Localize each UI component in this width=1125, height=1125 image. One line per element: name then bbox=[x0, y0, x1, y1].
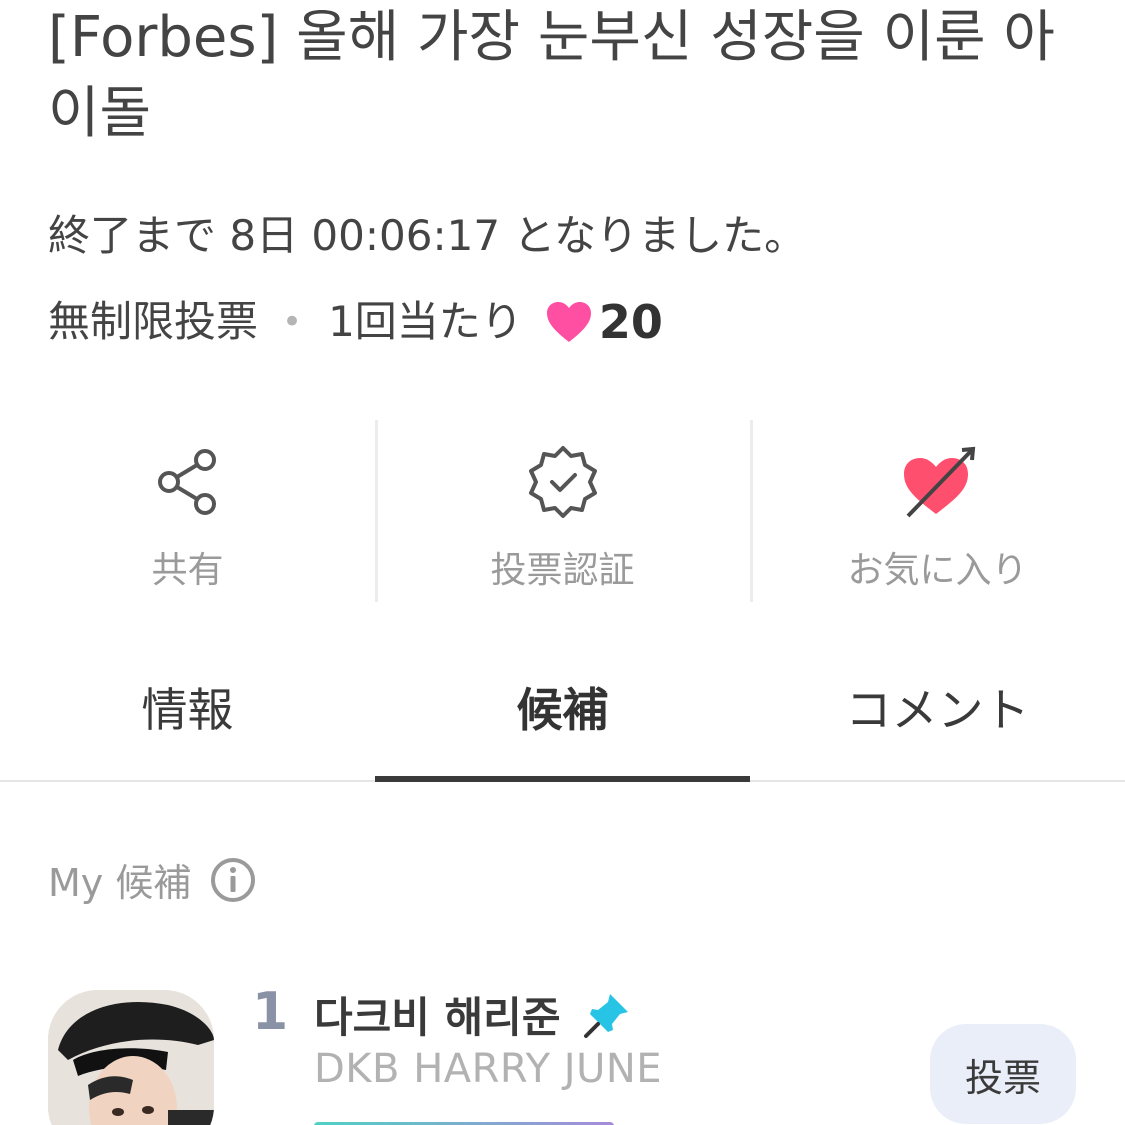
verified-badge-icon bbox=[528, 446, 597, 518]
separator-dot: • bbox=[282, 302, 303, 342]
favorite-button[interactable]: お気に入り bbox=[750, 420, 1125, 602]
candidate-row[interactable]: 1 다크비 해리준 DKB HARRY JUNE 投票 bbox=[48, 982, 1078, 1125]
share-icon bbox=[157, 449, 216, 515]
per-vote-label: 1回当たり bbox=[328, 297, 523, 346]
avatar-image bbox=[48, 990, 214, 1125]
my-candidate-label: My 候補 bbox=[48, 861, 192, 905]
favorite-label: お気に入り bbox=[847, 550, 1028, 591]
countdown-text: 終了まで 8日 00:06:17 となりました。 bbox=[48, 211, 807, 260]
tab-comments[interactable]: コメント bbox=[750, 660, 1125, 780]
my-candidate-header: My 候補 bbox=[48, 852, 257, 907]
candidate-rank: 1 bbox=[252, 982, 289, 1042]
pin-icon bbox=[584, 993, 629, 1038]
tab-info[interactable]: 情報 bbox=[0, 660, 375, 780]
tab-candidates[interactable]: 候補 bbox=[375, 660, 750, 782]
candidate-avatar bbox=[48, 990, 214, 1125]
share-label: 共有 bbox=[151, 550, 224, 591]
candidate-name-en: DKB HARRY JUNE bbox=[314, 1046, 663, 1092]
vote-rule: 無制限投票 • 1回当たり 20 bbox=[48, 292, 663, 352]
vote-page: [Forbes] 올해 가장 눈부신 성장을 이룬 아이돌 終了まで 8日 00… bbox=[0, 0, 1125, 1125]
candidate-name-kr-text: 다크비 해리준 bbox=[314, 993, 561, 1042]
page-title: [Forbes] 올해 가장 눈부신 성장을 이룬 아이돌 bbox=[48, 5, 1055, 146]
info-icon[interactable] bbox=[209, 856, 257, 904]
action-bar: 共有 投票認証 お気に入り bbox=[0, 420, 1125, 602]
vote-type-label: 無制限投票 bbox=[48, 297, 259, 346]
vote-certification-label: 投票認証 bbox=[490, 550, 635, 591]
tab-bar: 情報 候補 コメント bbox=[0, 660, 1125, 782]
vote-button[interactable]: 投票 bbox=[930, 1024, 1076, 1124]
vote-certification-button[interactable]: 投票認証 bbox=[375, 420, 750, 602]
candidate-name-kr: 다크비 해리준 bbox=[314, 984, 632, 1045]
heart-arrow-icon bbox=[903, 446, 975, 518]
share-button[interactable]: 共有 bbox=[0, 420, 375, 602]
hearts-count: 20 bbox=[598, 295, 663, 349]
heart-icon bbox=[546, 302, 591, 342]
